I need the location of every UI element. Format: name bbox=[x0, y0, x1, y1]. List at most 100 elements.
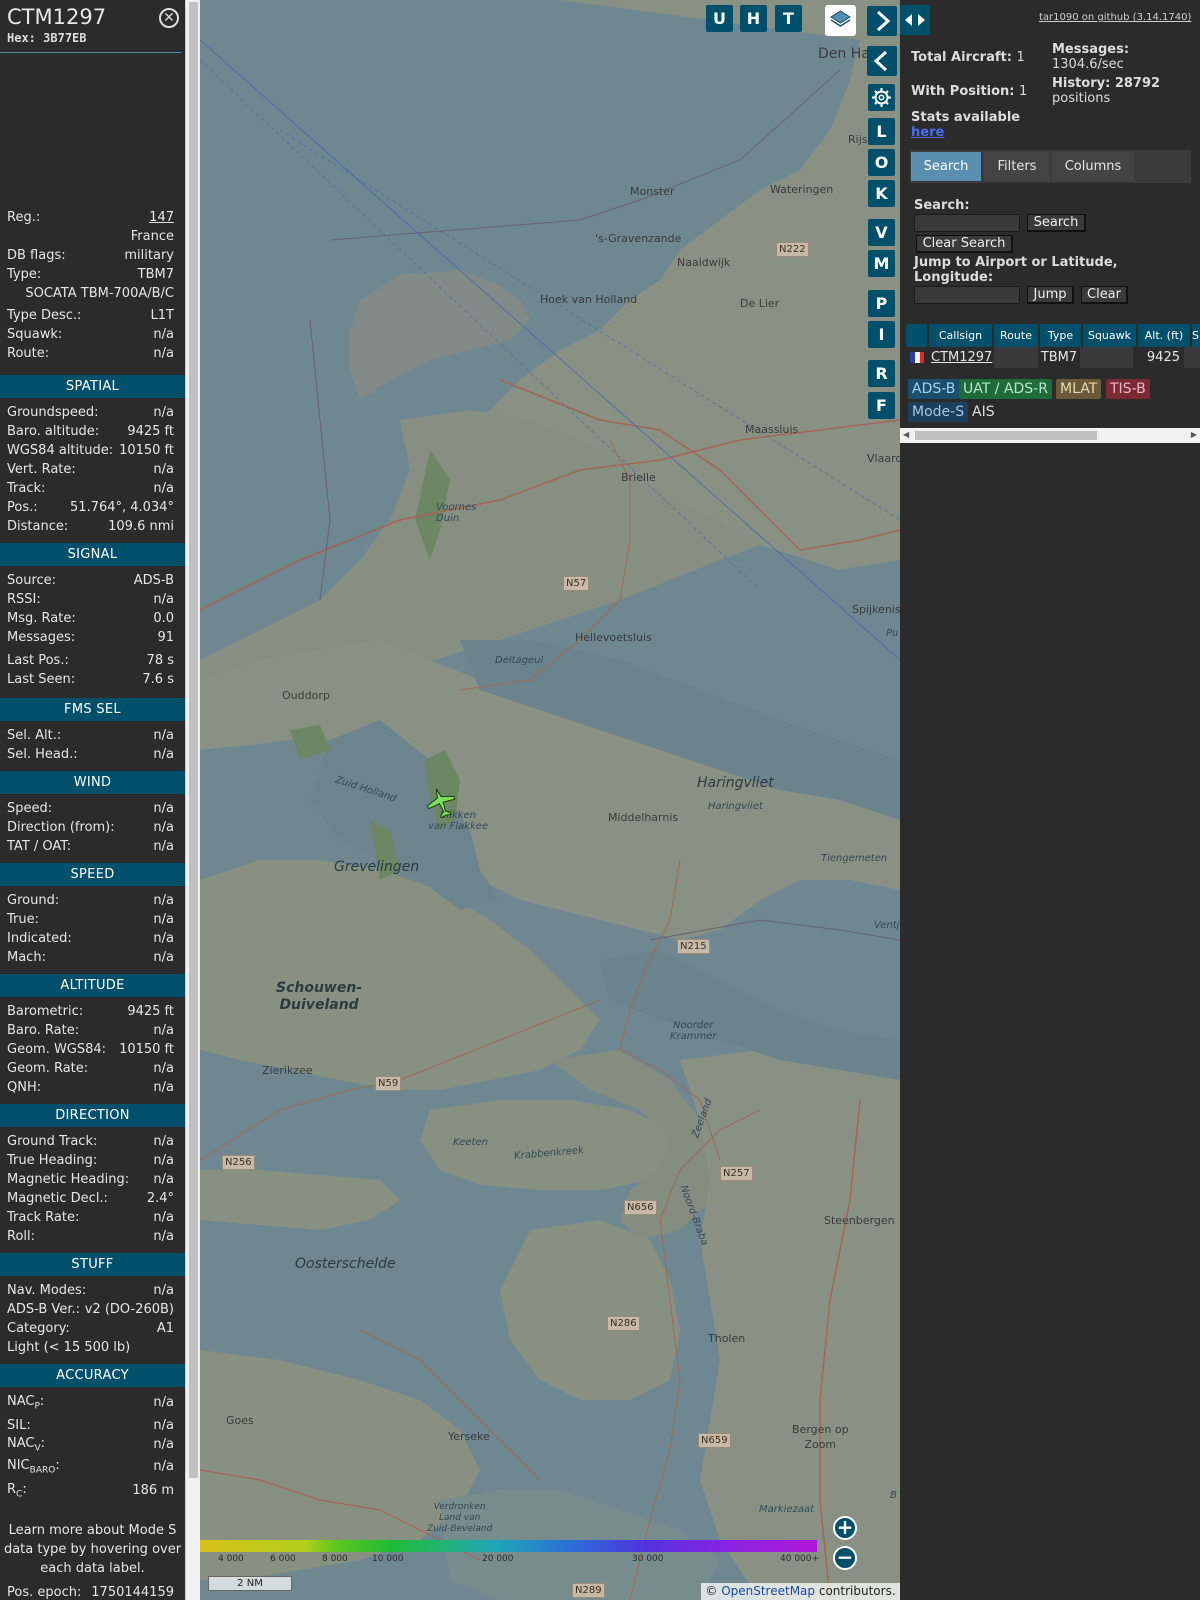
toggle-sidebar-button[interactable] bbox=[900, 5, 930, 35]
flag-icon bbox=[909, 347, 925, 368]
wind-row: TAT / OAT: n/a bbox=[0, 837, 181, 856]
map-label-tiengemeten: Tiengemeten bbox=[821, 853, 888, 864]
road-shield: N256 bbox=[222, 1155, 255, 1170]
field-value: n/a bbox=[153, 1023, 174, 1038]
signal-row: RSSI: n/a bbox=[0, 590, 181, 609]
field-value: n/a bbox=[153, 839, 174, 854]
button-i[interactable]: I bbox=[868, 321, 895, 348]
osm-link[interactable]: OpenStreetMap bbox=[721, 1584, 815, 1598]
layers-icon bbox=[830, 10, 851, 27]
jump-button[interactable]: Jump bbox=[1027, 286, 1074, 304]
field-value: 51.764°, 4.034° bbox=[70, 500, 174, 515]
field-value: n/a bbox=[153, 912, 174, 927]
field-label: Vert. Rate: bbox=[7, 462, 76, 477]
button-o[interactable]: O bbox=[868, 149, 895, 176]
field-value: 10150 ft bbox=[119, 443, 174, 458]
collapse-left-button[interactable] bbox=[867, 46, 897, 76]
aircraft-list-panel: tar1090 on github (3.14.1740) Total Airc… bbox=[900, 0, 1200, 1600]
table-header-route[interactable]: Route bbox=[994, 324, 1038, 347]
map-base-layer bbox=[200, 0, 900, 1600]
search-input[interactable] bbox=[914, 214, 1020, 232]
tab-filters[interactable]: Filters bbox=[984, 152, 1050, 181]
map-label-deltageul: Deltageul bbox=[495, 655, 544, 666]
section-direction: DIRECTION bbox=[0, 1104, 185, 1127]
clear-button[interactable]: Clear bbox=[1081, 286, 1128, 304]
table-header-callsign[interactable]: Callsign bbox=[929, 324, 992, 347]
button-r[interactable]: R bbox=[868, 360, 895, 387]
button-p[interactable]: P bbox=[868, 290, 895, 317]
expand-right-button[interactable] bbox=[867, 6, 897, 36]
map-label-voornes-duin: Voornes Duin bbox=[436, 502, 477, 524]
map-label-middelharnis: Middelharnis bbox=[608, 811, 679, 824]
button-f[interactable]: F bbox=[868, 392, 895, 419]
close-icon[interactable]: ✕ bbox=[159, 8, 179, 28]
legend-tick: 20 000 bbox=[482, 1554, 514, 1564]
map-view[interactable]: Den Ha Rijsw Monster Wateringen 's-Grave… bbox=[200, 0, 900, 1600]
field-value: 91 bbox=[157, 630, 174, 645]
row-callsign[interactable]: CTM1297 bbox=[931, 347, 994, 368]
button-t[interactable]: T bbox=[775, 5, 802, 32]
zoom-out-button[interactable]: − bbox=[833, 1546, 857, 1570]
github-link[interactable]: tar1090 on github (3.14.1740) bbox=[1039, 12, 1191, 23]
road-shield: N656 bbox=[624, 1200, 657, 1215]
scrollbar-thumb[interactable] bbox=[915, 431, 1097, 440]
spatial-row: Pos.: 51.764°, 4.034° bbox=[0, 498, 181, 517]
field-label: Messages: bbox=[7, 630, 76, 645]
road-shield: N257 bbox=[720, 1166, 753, 1181]
field-value: 9425 ft bbox=[127, 424, 174, 439]
button-l[interactable]: L bbox=[868, 118, 895, 145]
map-attribution: © OpenStreetMap contributors. bbox=[701, 1583, 900, 1600]
speed-row: Ground: n/a bbox=[0, 891, 181, 910]
legend-tick: 40 000+ bbox=[780, 1554, 820, 1564]
field-label: WGS84 altitude: bbox=[7, 443, 114, 458]
map-label-schouwen-duiveland: Schouwen- Duiveland bbox=[276, 980, 363, 1013]
stats-here-link[interactable]: here bbox=[911, 125, 1020, 140]
direction-row: Magnetic Decl.: 2.4° bbox=[0, 1189, 181, 1208]
nacp-row: NACP: n/a bbox=[7, 1393, 174, 1412]
direction-row: Roll: n/a bbox=[0, 1227, 181, 1246]
jump-label: Jump to Airport or Latitude, Longitude: bbox=[914, 255, 1118, 285]
scroll-left-icon[interactable]: ◀ bbox=[903, 430, 909, 439]
info-panel-scrollbar[interactable] bbox=[185, 0, 200, 1600]
map-label-tholen: Tholen bbox=[708, 1332, 746, 1345]
signal-row: Messages: 91 bbox=[0, 628, 181, 647]
mode-s-note: Learn more about Mode S data type by hov… bbox=[3, 1523, 182, 1576]
spatial-row: WGS84 altitude: 10150 ft bbox=[0, 441, 181, 460]
aircraft-marker-icon[interactable] bbox=[425, 786, 457, 818]
spatial-row: Baro. altitude: 9425 ft bbox=[0, 422, 181, 441]
field-label: Mach: bbox=[7, 950, 46, 965]
registration-link[interactable]: 147 bbox=[149, 210, 174, 225]
button-k[interactable]: K bbox=[868, 180, 895, 207]
button-h[interactable]: H bbox=[740, 5, 767, 32]
field-label: Ground Track: bbox=[7, 1134, 98, 1149]
scroll-right-icon[interactable]: ▶ bbox=[1191, 430, 1197, 439]
settings-button[interactable] bbox=[868, 84, 895, 111]
field-label: Baro. altitude: bbox=[7, 424, 100, 439]
button-u[interactable]: U bbox=[706, 5, 733, 32]
table-header-squawk[interactable]: Squawk bbox=[1083, 324, 1136, 347]
field-value: n/a bbox=[153, 592, 174, 607]
legend-tick: 30 000 bbox=[632, 1554, 664, 1564]
table-horizontal-scrollbar[interactable]: ◀ ▶ bbox=[900, 428, 1200, 443]
search-button[interactable]: Search bbox=[1027, 214, 1086, 232]
jump-input[interactable] bbox=[914, 286, 1020, 304]
map-label-ventjag: Ventjag bbox=[874, 920, 900, 931]
table-header-speed[interactable]: Sp bbox=[1192, 324, 1200, 347]
speed-row: Mach: n/a bbox=[0, 948, 181, 967]
button-v[interactable]: V bbox=[868, 219, 895, 246]
field-value: n/a bbox=[153, 820, 174, 835]
field-value: n/a bbox=[153, 950, 174, 965]
legend-tick: 8 000 bbox=[322, 1554, 348, 1564]
layer-switcher-button[interactable] bbox=[825, 5, 856, 36]
altitude-color-legend bbox=[200, 1540, 817, 1552]
speed-row: Indicated: n/a bbox=[0, 929, 181, 948]
zoom-in-button[interactable]: + bbox=[833, 1516, 857, 1540]
clear-search-button[interactable]: Clear Search bbox=[916, 235, 1013, 253]
tab-search[interactable]: Search bbox=[911, 152, 981, 181]
scrollbar-thumb[interactable] bbox=[189, 2, 198, 1478]
section-signal: SIGNAL bbox=[0, 543, 185, 566]
tab-columns[interactable]: Columns bbox=[1052, 152, 1134, 181]
button-m[interactable]: M bbox=[868, 250, 895, 277]
table-header-type[interactable]: Type bbox=[1040, 324, 1081, 347]
table-header-altitude[interactable]: Alt. (ft) bbox=[1138, 324, 1190, 347]
